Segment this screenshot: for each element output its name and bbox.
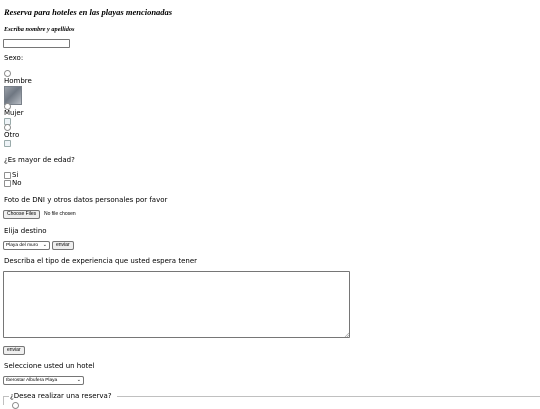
reserve-fieldset-border: [117, 396, 540, 397]
chevron-down-icon: ⌄: [42, 242, 47, 248]
resize-handle-icon[interactable]: [344, 332, 349, 337]
name-input[interactable]: [3, 39, 70, 48]
destination-label: Elija destino: [4, 227, 47, 235]
hotel-selected: Iberostar Albufera Playa: [6, 378, 58, 383]
page-title: Reserva para hoteles en las playas menci…: [4, 7, 173, 17]
reserve-radio-option[interactable]: [12, 402, 19, 409]
reserve-fieldset-border: [3, 396, 4, 405]
checkbox-si[interactable]: [4, 172, 11, 179]
checkbox-no-label: No: [12, 179, 22, 187]
experience-label: Describa el tipo de experiencia que uste…: [4, 257, 197, 265]
send-experience-button[interactable]: enviar: [3, 346, 25, 355]
experience-textarea[interactable]: [3, 271, 350, 338]
dni-label: Foto de DNI y otros datos personales por…: [4, 196, 168, 204]
hotel-label: Seleccione usted un hotel: [4, 362, 95, 370]
name-label: Escriba nombre y apellidos: [4, 26, 75, 33]
file-status: No file chosen: [44, 211, 76, 217]
radio-hombre-label: Hombre: [4, 77, 32, 85]
radio-mujer-label: Mujer: [4, 109, 24, 117]
checkbox-no[interactable]: [4, 180, 11, 187]
reserve-legend: ¿Desea realizar una reserva?: [10, 392, 112, 400]
destination-selected: Playa del muro: [6, 243, 38, 248]
radio-hombre[interactable]: [4, 70, 11, 77]
radio-otro[interactable]: [4, 124, 11, 131]
chevron-down-icon: ⌄: [76, 377, 81, 383]
age-question: ¿Es mayor de edad?: [4, 156, 75, 164]
reserve-fieldset-border: [3, 396, 9, 397]
choose-files-button[interactable]: Choose Files: [3, 210, 41, 219]
destination-select[interactable]: Playa del muro ⌄: [3, 241, 50, 250]
radio-otro-label: Otro: [4, 131, 20, 139]
broken-image-icon: [4, 140, 11, 147]
hotel-select[interactable]: Iberostar Albufera Playa ⌄: [3, 376, 84, 385]
send-destination-button[interactable]: enviar: [52, 241, 74, 250]
sex-label: Sexo:: [4, 54, 24, 62]
